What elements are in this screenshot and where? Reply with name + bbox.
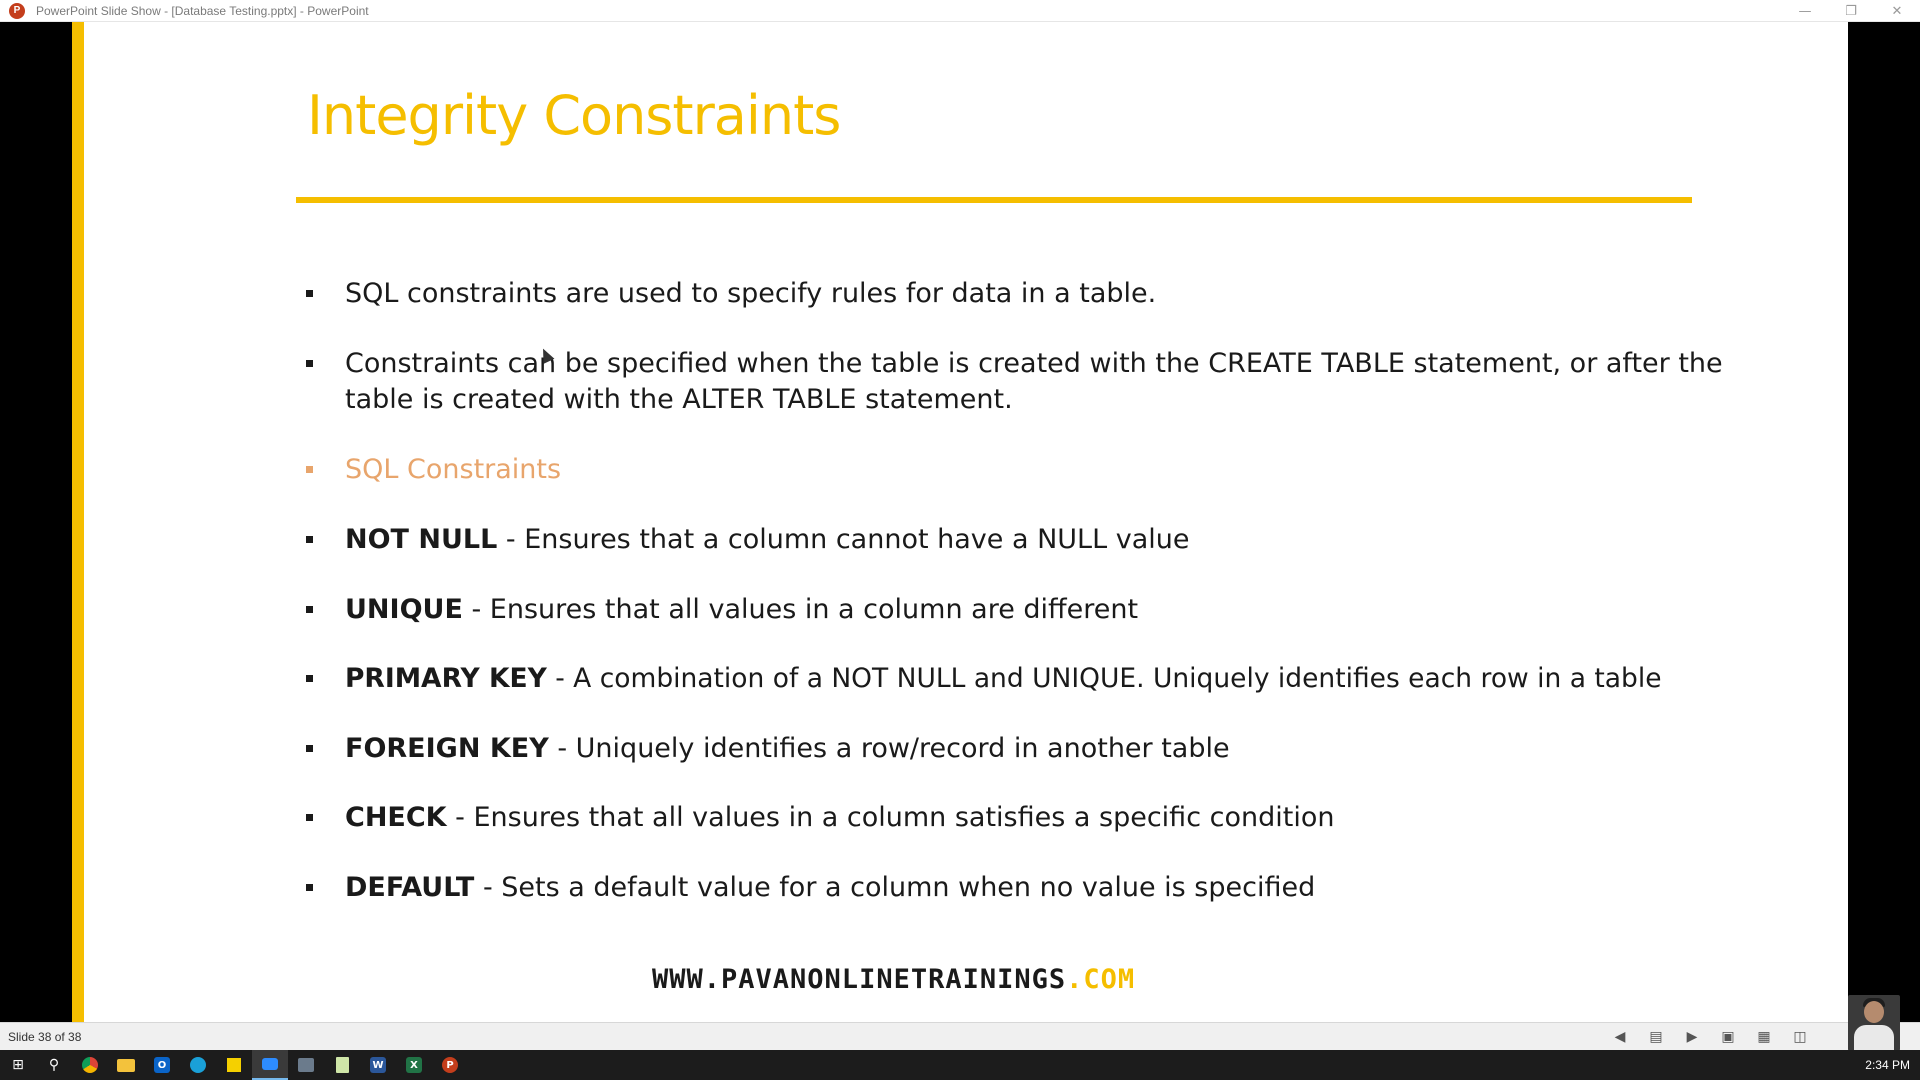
bullet-square-icon <box>306 536 313 543</box>
app-badge-letter: P <box>13 5 21 16</box>
bullet-description: - A combination of a NOT NULL and UNIQUE… <box>546 663 1662 694</box>
restore-icon[interactable]: ❐ <box>1828 0 1874 22</box>
minimize-icon[interactable]: — <box>1782 0 1828 22</box>
bullet-text: SQL Constraints <box>345 452 1740 488</box>
zoom-icon[interactable] <box>252 1050 288 1080</box>
bullet-text: DEFAULT - Sets a default value for a col… <box>345 870 1740 906</box>
close-icon[interactable]: ✕ <box>1874 0 1920 22</box>
bullet-description: - Ensures that a column cannot have a NU… <box>497 524 1190 555</box>
bullet-square-icon <box>306 814 313 821</box>
file-explorer-icon[interactable] <box>108 1050 144 1080</box>
bullet-item: PRIMARY KEY - A combination of a NOT NUL… <box>306 661 1740 697</box>
bullet-text: SQL constraints are used to specify rule… <box>345 276 1740 312</box>
bullet-item: FOREIGN KEY - Uniquely identifies a row/… <box>306 731 1740 767</box>
bullet-text: UNIQUE - Ensures that all values in a co… <box>345 592 1740 628</box>
edge-icon[interactable] <box>180 1050 216 1080</box>
bullet-term: NOT NULL <box>345 524 498 555</box>
bullet-item-subheading: SQL Constraints <box>306 452 1740 488</box>
footer-website: WWW.PAVANONLINETRAININGS.COM <box>652 964 1135 995</box>
bullet-square-icon <box>306 360 313 367</box>
bullet-text: Constraints can be specified when the ta… <box>345 346 1740 418</box>
bullet-item: NOT NULL - Ensures that a column cannot … <box>306 522 1740 558</box>
bullet-item: Constraints can be specified when the ta… <box>306 346 1740 418</box>
presenter-body <box>1854 1025 1894 1051</box>
bullet-square-icon <box>306 675 313 682</box>
start-icon[interactable]: ⊞ <box>0 1050 36 1080</box>
slide-show-stage[interactable]: Integrity Constraints SQL constraints ar… <box>0 22 1920 1022</box>
presenter-face <box>1864 1001 1884 1023</box>
normal-view-icon[interactable]: ▣ <box>1718 1027 1738 1047</box>
chrome-icon[interactable] <box>72 1050 108 1080</box>
menu-icon[interactable]: ▤ <box>1646 1027 1666 1047</box>
powerpoint-badge: P <box>442 1057 458 1073</box>
bullet-item: DEFAULT - Sets a default value for a col… <box>306 870 1740 906</box>
bullet-item: CHECK - Ensures that all values in a col… <box>306 800 1740 836</box>
notepad-icon[interactable] <box>324 1050 360 1080</box>
bullet-text: NOT NULL - Ensures that a column cannot … <box>345 522 1740 558</box>
search-icon[interactable]: ⚲ <box>36 1050 72 1080</box>
bullet-square-icon <box>306 466 313 473</box>
slide-sorter-icon[interactable]: ▦ <box>1754 1027 1774 1047</box>
powerpoint-icon[interactable]: P <box>432 1050 468 1080</box>
reading-view-icon[interactable]: ◫ <box>1790 1027 1810 1047</box>
bullet-description: - Ensures that all values in a column sa… <box>446 802 1335 833</box>
taskbar-clock[interactable]: 2:34 PM <box>1865 1050 1910 1080</box>
excel-badge: X <box>406 1057 422 1073</box>
slideshow-statusbar: Slide 38 of 38 ◀ ▤ ▶ ▣ ▦ ◫ <box>0 995 1920 1051</box>
bullet-square-icon <box>306 290 313 297</box>
bullet-square-icon <box>306 606 313 613</box>
previous-slide-icon[interactable]: ◀ <box>1610 1027 1630 1047</box>
excel-icon[interactable]: X <box>396 1050 432 1080</box>
bullet-term: FOREIGN KEY <box>345 733 549 764</box>
slide-counter: Slide 38 of 38 <box>8 1029 82 1044</box>
bullet-item: UNIQUE - Ensures that all values in a co… <box>306 592 1740 628</box>
next-slide-icon[interactable]: ▶ <box>1682 1027 1702 1047</box>
title-underline <box>296 197 1692 203</box>
word-badge: W <box>370 1057 386 1073</box>
sticky-notes-icon[interactable] <box>216 1050 252 1080</box>
bullet-square-icon <box>306 884 313 891</box>
bullet-text: PRIMARY KEY - A combination of a NOT NUL… <box>345 661 1740 697</box>
window-title: PowerPoint Slide Show - [Database Testin… <box>36 3 369 18</box>
bullet-description: - Sets a default value for a column when… <box>474 872 1316 903</box>
slide-accent-bar <box>72 22 84 1022</box>
slideshow-controls: ◀ ▤ ▶ ▣ ▦ ◫ <box>1610 1023 1810 1051</box>
slide-title: Integrity Constraints <box>307 84 841 147</box>
bullet-item: SQL constraints are used to specify rule… <box>306 276 1740 312</box>
bullet-description: SQL constraints are used to specify rule… <box>345 278 1157 309</box>
bullet-text: FOREIGN KEY - Uniquely identifies a row/… <box>345 731 1740 767</box>
bullet-description: - Ensures that all values in a column ar… <box>462 594 1139 625</box>
bullet-term: PRIMARY KEY <box>345 663 547 694</box>
footer-domain: WWW.PAVANONLINETRAININGS <box>652 964 1067 995</box>
window-controls: — ❐ ✕ <box>1782 0 1920 22</box>
footer-tld: .COM <box>1066 964 1136 995</box>
mysql-workbench-icon[interactable] <box>288 1050 324 1080</box>
bullet-term: UNIQUE <box>345 594 463 625</box>
bullet-square-icon <box>306 745 313 752</box>
slide[interactable]: Integrity Constraints SQL constraints ar… <box>72 22 1848 1022</box>
bullet-term: CHECK <box>345 802 447 833</box>
bullet-description: SQL Constraints <box>345 454 562 485</box>
powerpoint-app-icon: P <box>9 2 25 19</box>
bullet-term: DEFAULT <box>345 872 475 903</box>
presenter-webcam <box>1848 995 1900 1051</box>
windows-taskbar: ⊞ ⚲ O W X P 2:34 PM <box>0 1050 1920 1080</box>
window-titlebar: P PowerPoint Slide Show - [Database Test… <box>0 0 1920 22</box>
outlook-badge: O <box>154 1057 170 1073</box>
bullet-text: CHECK - Ensures that all values in a col… <box>345 800 1740 836</box>
word-icon[interactable]: W <box>360 1050 396 1080</box>
bullet-description: - Uniquely identifies a row/record in an… <box>548 733 1230 764</box>
outlook-icon[interactable]: O <box>144 1050 180 1080</box>
